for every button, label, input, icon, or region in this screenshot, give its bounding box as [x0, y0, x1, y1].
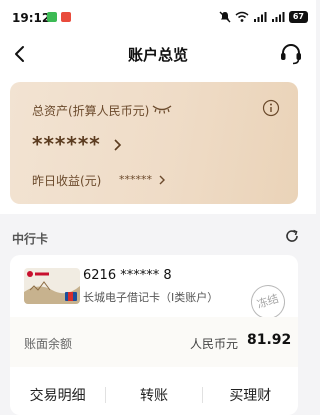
- card-actions: 交易明细 转账 买理财: [10, 367, 298, 407]
- total-assets-value: ******: [32, 132, 101, 156]
- card-number: 6216 ****** 8: [83, 268, 172, 283]
- section-title: 中行卡: [12, 232, 49, 246]
- total-assets-card[interactable]: 总资产(折算人民币元) ****** 昨日收益(元) ******: [10, 82, 298, 204]
- balance-label: 账面余额: [24, 337, 73, 351]
- bank-card-image: [24, 268, 80, 304]
- info-icon[interactable]: [262, 99, 280, 117]
- chevron-right-icon[interactable]: [158, 174, 166, 186]
- signal-icon-2: [271, 12, 285, 22]
- battery-indicator: 67: [288, 11, 308, 23]
- signal-icon: [253, 12, 267, 22]
- refresh-icon[interactable]: [284, 228, 300, 244]
- balance-currency: 人民币元: [190, 337, 239, 351]
- status-indicators: 67: [219, 9, 308, 25]
- buy-wealth-product-button[interactable]: 买理财: [203, 367, 298, 407]
- transaction-details-button[interactable]: 交易明细: [10, 367, 105, 407]
- balance-row: 账面余额 人民币元 81.92: [10, 317, 298, 367]
- eye-closed-icon[interactable]: [151, 103, 173, 115]
- customer-service-icon[interactable]: [278, 41, 304, 67]
- total-assets-label: 总资产(折算人民币元): [32, 104, 150, 118]
- mute-icon: [219, 11, 231, 23]
- bank-card-panel: 6216 ****** 8 长城电子借记卡（I类账户） 冻结 账面余额 人民币元…: [10, 255, 298, 415]
- status-time: 19:12: [12, 11, 51, 25]
- balance-value: 81.92: [247, 332, 292, 348]
- status-bar: 19:12 67: [0, 0, 316, 34]
- yesterday-earnings-value: ******: [119, 173, 152, 186]
- page-title: 账户总览: [127, 46, 188, 64]
- chevron-right-icon[interactable]: [113, 138, 123, 152]
- transfer-button[interactable]: 转账: [106, 367, 201, 407]
- yesterday-earnings-label: 昨日收益(元): [32, 174, 102, 188]
- wifi-icon: [235, 11, 249, 22]
- app-notification-icon-2: [61, 12, 71, 22]
- app-notification-icon: [47, 12, 57, 22]
- nav-bar: 账户总览: [0, 34, 316, 74]
- card-type-name: 长城电子借记卡（I类账户）: [83, 291, 219, 304]
